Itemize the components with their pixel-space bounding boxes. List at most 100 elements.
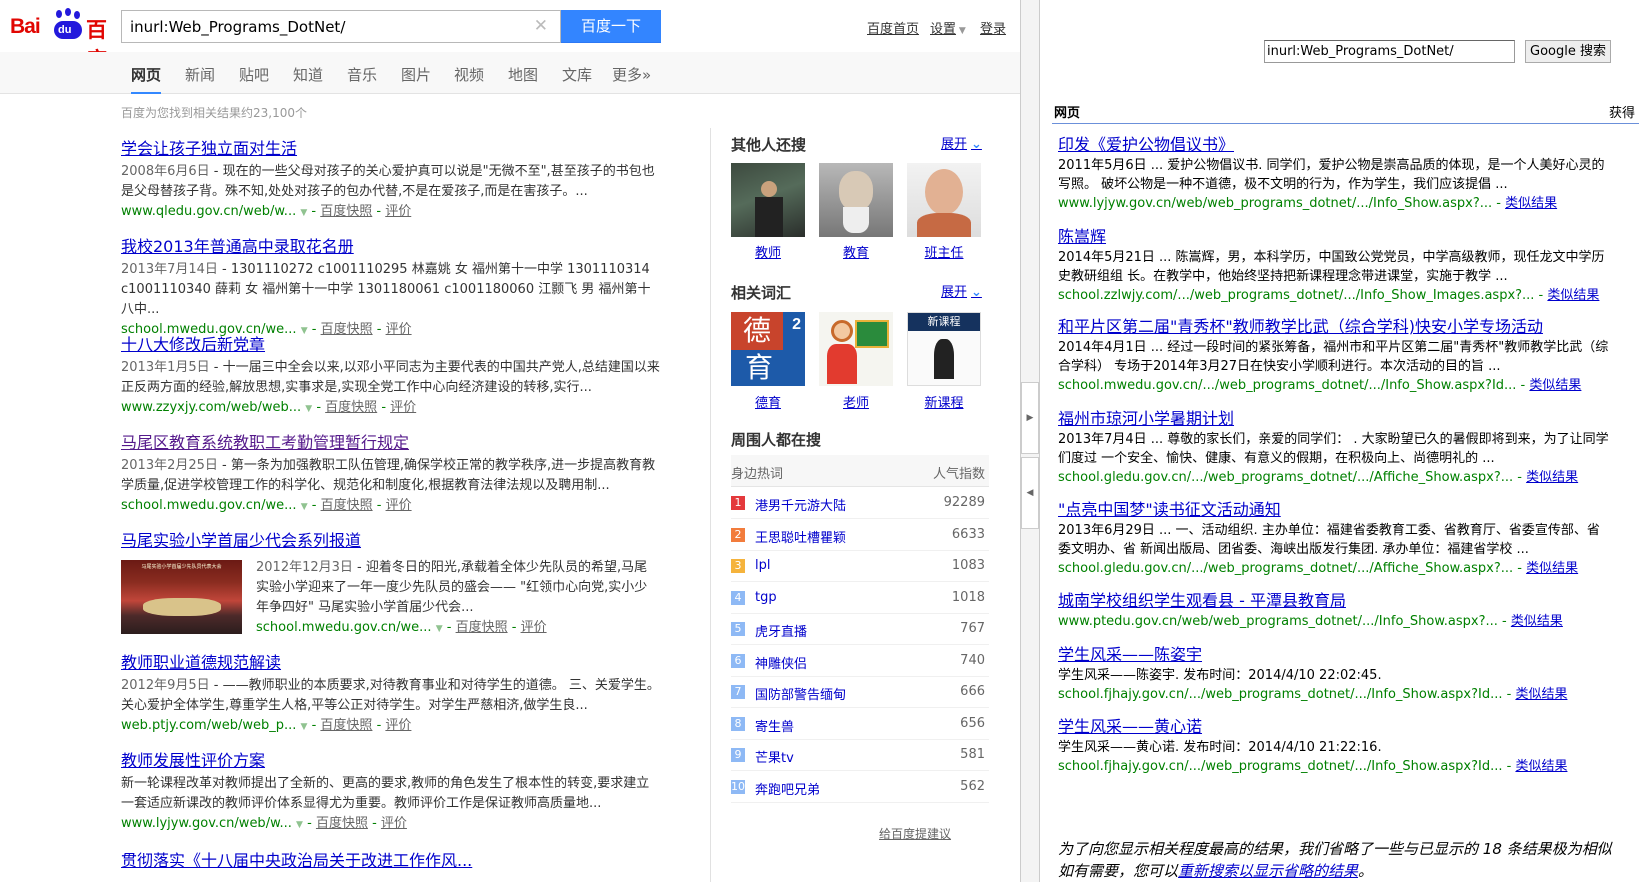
show-omitted-link[interactable]: 重新搜索以显示省略的结果 [1178, 862, 1358, 880]
snapshot-link[interactable]: 百度快照 [320, 718, 372, 733]
hot-item[interactable]: 5 虎牙直播 767 [731, 613, 989, 645]
others-item-label[interactable]: 班主任 [907, 242, 981, 261]
google-result-title[interactable]: 陈嵩辉 [1058, 226, 1638, 248]
tab-tieba[interactable]: 贴吧 [239, 64, 269, 85]
snapshot-link[interactable]: 百度快照 [316, 816, 368, 831]
result-title-link[interactable]: 十八大修改后新党章 [121, 334, 661, 356]
similar-results-link[interactable]: 类似结果 [1526, 561, 1578, 576]
pane-divider[interactable]: ▶ ◀ [1020, 0, 1040, 882]
google-search-input[interactable]: inurl:Web_Programs_DotNet/ [1264, 40, 1515, 63]
settings-link[interactable]: 设置 ▼ [930, 18, 966, 37]
url-dropdown-icon[interactable]: ▼ [301, 722, 308, 732]
hot-item[interactable]: 3 lpl 1083 [731, 550, 989, 582]
hot-item[interactable]: 6 神雕侠侣 740 [731, 645, 989, 677]
result-title-link[interactable]: 学会让孩子独立面对生活 [121, 138, 661, 160]
moral-education-image[interactable]: 德 育 2 [731, 312, 805, 386]
hot-item[interactable]: 8 寄生兽 656 [731, 708, 989, 740]
url-dropdown-icon[interactable]: ▼ [296, 820, 303, 830]
result-title-link[interactable]: 教师发展性评价方案 [121, 750, 661, 772]
hot-word-link[interactable]: 神雕侠侣 [755, 653, 807, 672]
google-result-title[interactable]: 福州市琼河小学暑期计划 [1058, 408, 1638, 430]
url-dropdown-icon[interactable]: ▼ [301, 502, 308, 512]
hot-word-link[interactable]: 寄生兽 [755, 716, 794, 735]
rate-link[interactable]: 评价 [385, 718, 411, 733]
snapshot-link[interactable]: 百度快照 [456, 620, 508, 635]
snapshot-link[interactable]: 百度快照 [320, 204, 372, 219]
result-title-link[interactable]: 马尾实验小学首届少代会系列报道 [121, 530, 661, 552]
related-item-label[interactable]: 老师 [819, 392, 893, 411]
expand-link[interactable]: 展开 ⌄ [941, 281, 982, 300]
teacher-cartoon-image[interactable] [819, 312, 893, 386]
tab-news[interactable]: 新闻 [185, 64, 215, 85]
new-curriculum-image[interactable]: 新课程 [907, 312, 981, 386]
baidu-home-link[interactable]: 百度首页 [867, 18, 919, 37]
tab-wenku[interactable]: 文库 [562, 64, 592, 85]
google-result-title[interactable]: 印发《爱护公物倡议书》 [1058, 134, 1638, 156]
result-title-link[interactable]: 教师职业道德规范解读 [121, 652, 661, 674]
rate-link[interactable]: 评价 [381, 816, 407, 831]
snapshot-link[interactable]: 百度快照 [321, 498, 373, 513]
similar-results-link[interactable]: 类似结果 [1515, 759, 1567, 774]
hot-word-link[interactable]: 港男千元游大陆 [755, 495, 846, 514]
search-button[interactable]: 百度一下 [561, 10, 661, 43]
google-result-title[interactable]: 和平片区第二届"青秀杯"教师教学比武（综合学科)快安小学专场活动 [1058, 316, 1638, 338]
search-input[interactable]: inurl:Web_Programs_DotNet/ ✕ [121, 10, 561, 43]
others-item-label[interactable]: 教师 [731, 242, 805, 261]
hot-item[interactable]: 9 芒果tv 581 [731, 739, 989, 771]
rate-link[interactable]: 评价 [385, 204, 411, 219]
url-dropdown-icon[interactable]: ▼ [300, 208, 307, 218]
tab-more[interactable]: 更多» [612, 64, 651, 85]
result-thumbnail[interactable]: 马尾实验小学首届少先队员代表大会 [121, 560, 242, 634]
tab-web[interactable]: 网页 [131, 64, 162, 94]
hot-word-link[interactable]: 国防部警告缅甸 [755, 684, 846, 703]
similar-results-link[interactable]: 类似结果 [1529, 378, 1581, 393]
hot-item[interactable]: 7 国防部警告缅甸 666 [731, 676, 989, 708]
baidu-logo[interactable]: Bai du 百度 [10, 8, 112, 72]
google-result-title[interactable]: 学生风采——陈姿宇 [1058, 644, 1638, 666]
teacher-image[interactable] [731, 163, 805, 237]
hot-word-link[interactable]: 芒果tv [755, 747, 794, 766]
url-dropdown-icon[interactable]: ▼ [436, 624, 443, 634]
education-image[interactable] [819, 163, 893, 237]
similar-results-link[interactable]: 类似结果 [1511, 614, 1563, 629]
hot-word-link[interactable]: lpl [755, 558, 770, 573]
tab-video[interactable]: 视频 [454, 64, 484, 85]
expand-left-icon[interactable]: ◀ [1021, 457, 1039, 529]
clear-icon[interactable]: ✕ [534, 16, 548, 36]
rate-link[interactable]: 评价 [386, 498, 412, 513]
hot-item[interactable]: 1 港男千元游大陆 92289 [731, 487, 989, 519]
result-title-link[interactable]: 我校2013年普通高中录取花名册 [121, 236, 661, 258]
tab-music[interactable]: 音乐 [347, 64, 377, 85]
result-title-link[interactable]: 贯彻落实《十八届中央政治局关于改进工作作风... [121, 850, 661, 872]
url-dropdown-icon[interactable]: ▼ [305, 404, 312, 414]
tab-images[interactable]: 图片 [401, 64, 431, 85]
similar-results-link[interactable]: 类似结果 [1505, 196, 1557, 211]
related-item-label[interactable]: 德育 [731, 392, 805, 411]
hot-item[interactable]: 2 王思聪吐槽瞿颖 6633 [731, 519, 989, 551]
related-item-label[interactable]: 新课程 [907, 392, 981, 411]
hot-word-link[interactable]: 虎牙直播 [755, 621, 807, 640]
feedback-link[interactable]: 给百度提建议 [879, 825, 951, 842]
tab-zhidao[interactable]: 知道 [293, 64, 323, 85]
hot-word-link[interactable]: 奔跑吧兄弟 [755, 779, 820, 798]
hot-word-link[interactable]: tgp [755, 590, 777, 605]
google-result-title[interactable]: 学生风采——黄心诺 [1058, 716, 1638, 738]
expand-right-icon[interactable]: ▶ [1021, 382, 1039, 454]
google-result-title[interactable]: "点亮中国梦"读书征文活动通知 [1058, 499, 1638, 521]
head-teacher-image[interactable] [907, 163, 981, 237]
login-link[interactable]: 登录 [980, 18, 1006, 37]
snapshot-link[interactable]: 百度快照 [325, 400, 377, 415]
similar-results-link[interactable]: 类似结果 [1526, 470, 1578, 485]
google-result-title[interactable]: 城南学校组织学生观看县 - 平潭县教育局 [1058, 590, 1638, 612]
others-item-label[interactable]: 教育 [819, 242, 893, 261]
expand-link[interactable]: 展开 ⌄ [941, 133, 982, 152]
similar-results-link[interactable]: 类似结果 [1515, 687, 1567, 702]
google-search-button[interactable]: Google 搜索 [1525, 40, 1611, 63]
tab-map[interactable]: 地图 [508, 64, 538, 85]
rate-link[interactable]: 评价 [521, 620, 547, 635]
hot-item[interactable]: 10 奔跑吧兄弟 562 [731, 771, 989, 803]
result-title-link[interactable]: 马尾区教育系统教职工考勤管理暂行规定 [121, 432, 661, 454]
hot-item[interactable]: 4 tgp 1018 [731, 582, 989, 614]
hot-word-link[interactable]: 王思聪吐槽瞿颖 [755, 527, 846, 546]
similar-results-link[interactable]: 类似结果 [1547, 288, 1599, 303]
